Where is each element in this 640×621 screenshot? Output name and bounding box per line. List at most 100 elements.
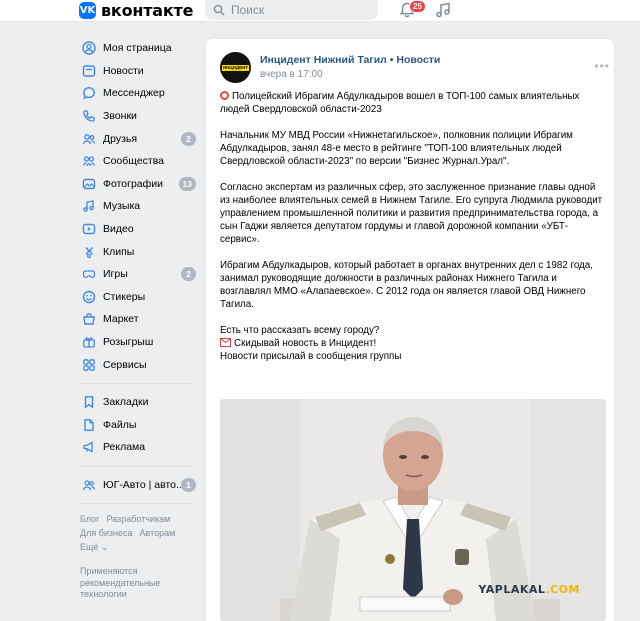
post-paragraph-3: Согласно экспертам из различных сфер, эт… [220, 182, 603, 245]
footer-link-developers[interactable]: Разработчикам [106, 514, 170, 524]
sidebar-item-label: Закладки [103, 396, 149, 409]
sidebar-item[interactable]: Розыгрыш [78, 331, 200, 354]
search-input[interactable] [231, 3, 371, 17]
video-icon [81, 221, 97, 237]
red-circle-emoji-icon [220, 91, 229, 100]
sidebar-item[interactable]: Файлы [78, 414, 200, 437]
group-icon [81, 477, 97, 493]
sidebar-item-count: 2 [181, 131, 196, 146]
footer-links: Блог Разработчикам Для бизнеса Авторам Ещё… [78, 512, 200, 554]
sidebar-item-label: Моя страница [103, 42, 172, 55]
sidebar-item-label: ЮГ-Авто | авто... [103, 478, 185, 491]
bookmark-icon [81, 394, 97, 410]
vk-logo-text: вконтакте [101, 0, 194, 20]
sidebar-item-count: 13 [178, 176, 196, 191]
sidebar-item-label: Новости [103, 64, 144, 77]
services-icon [81, 357, 97, 373]
sidebar-item[interactable]: Сервисы [78, 353, 200, 376]
top-bar: VK вконтакте 25 [0, 0, 640, 22]
notifications-badge: 25 [409, 0, 426, 13]
music-icon [81, 198, 97, 214]
user-circle-icon [81, 40, 97, 56]
post-paragraph-1: Полицейский Ибрагим Абдулкадыров вошел в… [220, 91, 580, 115]
footer-link-business[interactable]: Для бизнеса [80, 528, 133, 538]
main-nav: Моя страница Новости Мессенджер Звонки Друзь… [78, 37, 200, 376]
sidebar-item[interactable]: Мессенджер [78, 82, 200, 105]
sidebar-item-label: Розыгрыш [103, 336, 154, 349]
post-paragraph-2: Начальник МУ МВД России «Нижнетагильское… [220, 130, 573, 167]
sidebar-item-label: Клипы [103, 245, 135, 258]
group-avatar[interactable]: ИНЦИДЕНТ [220, 52, 251, 83]
secondary-nav: Закладки Файлы Реклама [78, 391, 200, 459]
sidebar-item[interactable]: Игры 2 [78, 263, 200, 286]
sidebar-item[interactable]: Новости [78, 60, 200, 83]
sidebar-item[interactable]: Сообщества [78, 150, 200, 173]
sidebar-item[interactable]: Друзья 2 [78, 127, 200, 150]
clips-icon [81, 244, 97, 260]
sidebar-item[interactable]: Видео [78, 218, 200, 241]
post-time[interactable]: вчера в 17:00 [260, 69, 323, 80]
nav-divider [81, 465, 191, 467]
gift-icon [81, 334, 97, 350]
phone-icon [81, 108, 97, 124]
post-header: ИНЦИДЕНТ Инцидент Нижний Тагил • Новости… [220, 51, 610, 83]
post-cta-line-1: Есть что рассказать всему городу? [220, 325, 380, 336]
groups-nav: ЮГ-Авто | авто... 1 [78, 474, 200, 497]
sidebar-item-label: Музыка [103, 200, 141, 213]
sticker-icon [81, 289, 97, 305]
vk-logo-icon: VK [79, 1, 96, 19]
megaphone-icon [81, 439, 97, 455]
sidebar-item-label: Звонки [103, 110, 137, 123]
sidebar-item[interactable]: Музыка [78, 195, 200, 218]
watermark: YAPLAKAL.COM [478, 583, 580, 596]
post-cta-line-2: Скидывай новость в Инцидент! [234, 338, 377, 349]
envelope-emoji-icon [220, 338, 231, 347]
feed-post: ИНЦИДЕНТ Инцидент Нижний Тагил • Новости… [205, 38, 615, 621]
watermark-text: YAPLAKAL [478, 583, 546, 596]
post-paragraph-4: Ибрагим Абдулкадыров, который работает в… [220, 260, 593, 310]
sidebar-item-label: Сервисы [103, 358, 147, 371]
sidebar-item[interactable]: ЮГ-Авто | авто... 1 [78, 474, 200, 497]
sidebar-item-label: Стикеры [103, 290, 146, 303]
sidebar-item-label: Видео [103, 223, 134, 236]
sidebar-item-count: 1 [181, 477, 196, 492]
post-cta-line-3: Новости присылай в сообщения группы [220, 351, 402, 362]
post-author[interactable]: Инцидент Нижний Тагил • Новости [260, 54, 440, 66]
vk-logo[interactable]: VK вконтакте [79, 0, 193, 20]
search-icon [213, 4, 225, 16]
recommendation-note[interactable]: Применяются рекомендательные технологии [78, 566, 188, 601]
photo-icon [81, 176, 97, 192]
more-options-icon[interactable]: ••• [594, 59, 610, 73]
sidebar-item[interactable]: Клипы [78, 240, 200, 263]
sidebar-item[interactable]: Маркет [78, 308, 200, 331]
sidebar-item-label: Мессенджер [103, 87, 165, 100]
sidebar-item-label: Игры [103, 268, 128, 281]
market-icon [81, 311, 97, 327]
file-icon [81, 417, 97, 433]
sidebar-item[interactable]: Стикеры [78, 286, 200, 309]
footer-link-authors[interactable]: Авторам [140, 528, 176, 538]
sidebar-item-label: Друзья [103, 132, 138, 145]
newspaper-icon [81, 63, 97, 79]
watermark-domain: .COM [545, 583, 580, 596]
sidebar-item[interactable]: Моя страница [78, 37, 200, 60]
sidebar-item[interactable]: Звонки [78, 105, 200, 128]
sidebar-item[interactable]: Реклама [78, 436, 200, 459]
nav-divider [81, 503, 191, 505]
sidebar-item-label: Реклама [103, 441, 146, 454]
sidebar-item-label: Маркет [103, 313, 139, 326]
search-box[interactable] [205, 0, 378, 20]
gamepad-icon [81, 266, 97, 282]
communities-icon [81, 153, 97, 169]
sidebar-item-label: Фотографии [103, 177, 164, 190]
music-player-icon[interactable] [434, 1, 452, 19]
sidebar-item[interactable]: Фотографии 13 [78, 173, 200, 196]
nav-divider [81, 382, 191, 384]
post-photo[interactable]: YAPLAKAL.COM [220, 399, 606, 621]
sidebar-item-count: 2 [181, 267, 196, 282]
sidebar-item[interactable]: Закладки [78, 391, 200, 414]
footer-link-blog[interactable]: Блог [80, 514, 99, 524]
sidebar-item-label: Сообщества [103, 155, 164, 168]
post-text: Полицейский Ибрагим Абдулкадыров вошел в… [220, 90, 606, 363]
footer-link-more[interactable]: Ещё ⌄ [80, 542, 108, 552]
